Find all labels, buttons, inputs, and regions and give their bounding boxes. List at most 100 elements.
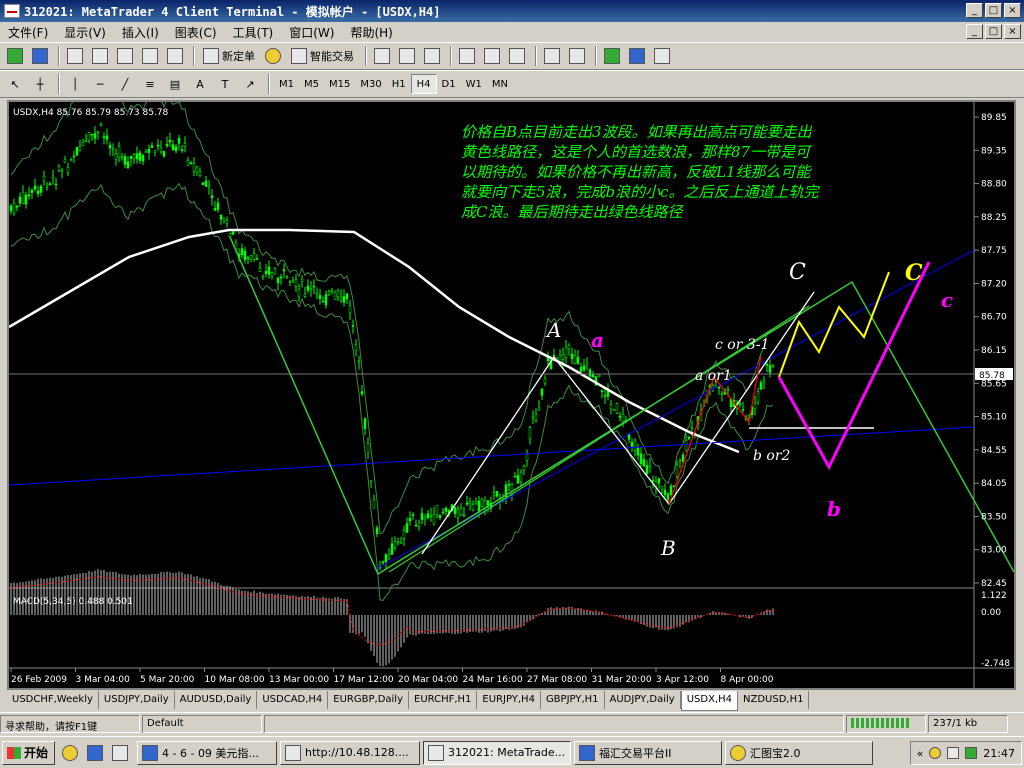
start-button[interactable]: 开始 [2,740,56,765]
tab-usdx[interactable]: USDX,H4 [680,691,739,711]
indicators-button[interactable] [601,45,623,67]
minimize-button[interactable]: _ [966,3,983,18]
line-chart-button[interactable] [421,45,443,67]
market-watch-button[interactable] [64,45,86,67]
tester-button[interactable] [164,45,186,67]
vertical-line-tool[interactable]: │ [64,73,86,95]
candle-body [276,278,280,284]
candle-body [270,272,274,277]
alert-button[interactable] [262,45,284,67]
arrows-tool[interactable]: ↗ [239,73,261,95]
candle-body [330,289,334,292]
zoom-out-icon [484,48,500,64]
menu-charts[interactable]: 图表(C) [167,24,225,41]
tab-eurchf[interactable]: EURCHF,H1 [409,691,478,709]
candlestick-button[interactable] [396,45,418,67]
new-chart-button[interactable] [4,45,26,67]
zoom-in-button[interactable] [456,45,478,67]
candle-body [303,293,307,297]
chart-minimize-button[interactable]: _ [966,24,983,39]
close-button[interactable]: × [1004,3,1021,18]
timeframe-m5[interactable]: M5 [299,74,324,94]
tab-audusd[interactable]: AUDUSD,Daily [175,691,258,709]
price-label: 86.15 [981,346,1007,356]
title-bar[interactable]: 312021: MetaTrader 4 Client Terminal - 模… [0,0,1024,22]
task-fxcm[interactable]: 福汇交易平台II [574,740,723,765]
huitubao-icon [730,744,747,761]
new-order-button[interactable]: 新定单 [199,45,259,67]
menu-file[interactable]: 文件(F) [0,24,56,41]
tab-usdjpy[interactable]: USDJPY,Daily [99,691,175,709]
channel-tool[interactable]: ≡ [139,73,161,95]
timeframe-m30[interactable]: M30 [355,74,386,94]
candle-body [738,403,742,405]
tab-gbpjpy[interactable]: GBPJPY,H1 [541,691,605,709]
chart-close-button[interactable]: × [1004,24,1021,39]
tab-nzdusd[interactable]: NZDUSD,H1 [738,691,810,709]
timeframe-h1[interactable]: H1 [387,74,411,94]
timeframe-mn[interactable]: MN [487,74,513,94]
zoom-out-button[interactable] [481,45,503,67]
profiles-button[interactable] [29,45,51,67]
task-huitubao[interactable]: 汇图宝2.0 [725,740,874,765]
chart-canvas[interactable]: 89.85 89.35 88.80 88.25 87.75 87.20 86.70 86.15… [9,102,1014,688]
chart-restore-button[interactable]: □ [985,24,1002,39]
candle-body [402,530,406,539]
drawing-toolbar: ↖ ┼ │ ─ ╱ ≡ ▤ A T ↗ M1 M5 M15 M30 H1 H4 … [0,70,1024,98]
candle-body [81,142,85,146]
templates-button[interactable] [651,45,673,67]
maximize-button[interactable]: □ [985,3,1002,18]
cursor-tool[interactable]: ↖ [4,73,26,95]
navigator-button[interactable] [114,45,136,67]
tab-usdchf[interactable]: USDCHF,Weekly [7,691,99,709]
candle-body [216,202,220,210]
candle-body [531,415,535,419]
data-window-button[interactable] [89,45,111,67]
candle-body [444,507,448,512]
quicklaunch-qq[interactable] [59,742,81,764]
auto-scroll-button[interactable] [541,45,563,67]
bar-chart-button[interactable] [371,45,393,67]
tray-network-icon[interactable] [965,747,978,759]
timeframe-m1[interactable]: M1 [274,74,299,94]
menu-view[interactable]: 显示(V) [56,24,114,41]
timeframe-w1[interactable]: W1 [461,74,487,94]
menu-insert[interactable]: 插入(I) [114,24,167,41]
tab-usdcad[interactable]: USDCAD,H4 [257,691,329,709]
timeframe-m15[interactable]: M15 [324,74,355,94]
crosshair-tool[interactable]: ┼ [29,73,51,95]
periods-button[interactable] [626,45,648,67]
text-tool[interactable]: A [189,73,211,95]
tile-windows-button[interactable] [506,45,528,67]
horizontal-line-tool[interactable]: ─ [89,73,111,95]
tray-volume-icon[interactable] [947,747,960,759]
chart-window[interactable]: 89.85 89.35 88.80 88.25 87.75 87.20 86.70 86.15… [7,100,1016,690]
chart-shift-button[interactable] [566,45,588,67]
fibonacci-tool[interactable]: ▤ [164,73,186,95]
tab-eurjpy[interactable]: EURJPY,H4 [477,691,541,709]
timeframe-d1[interactable]: D1 [437,74,461,94]
price-label: 86.70 [981,313,1007,323]
label-tool[interactable]: T [214,73,236,95]
menu-window[interactable]: 窗口(W) [281,24,342,41]
tab-audjpy[interactable]: AUDJPY,Daily [605,691,681,709]
tray-chevron-icon[interactable]: « [917,747,924,760]
task-word-doc[interactable]: 4 - 6 - 09 美元指... [137,740,278,765]
timeframe-h4[interactable]: H4 [410,74,437,94]
candle-body [240,248,244,256]
expert-advisors-button[interactable]: 智能交易 [287,45,358,67]
task-browser[interactable]: http://10.48.128.... [280,740,421,765]
tab-eurgbp[interactable]: EURGBP,Daily [328,691,410,709]
quicklaunch-ie[interactable] [84,742,106,764]
task-metatrader[interactable]: 312021: MetaTrade... [423,740,572,765]
candle-body [561,354,565,360]
quicklaunch-desktop[interactable] [109,742,131,764]
candle-body [45,185,49,188]
label-icon: T [221,77,229,91]
alert-icon [265,48,281,64]
trendline-tool[interactable]: ╱ [114,73,136,95]
tray-qq-icon[interactable] [929,747,942,759]
menu-help[interactable]: 帮助(H) [342,24,400,41]
menu-tools[interactable]: 工具(T) [225,24,282,41]
terminal-button[interactable] [139,45,161,67]
